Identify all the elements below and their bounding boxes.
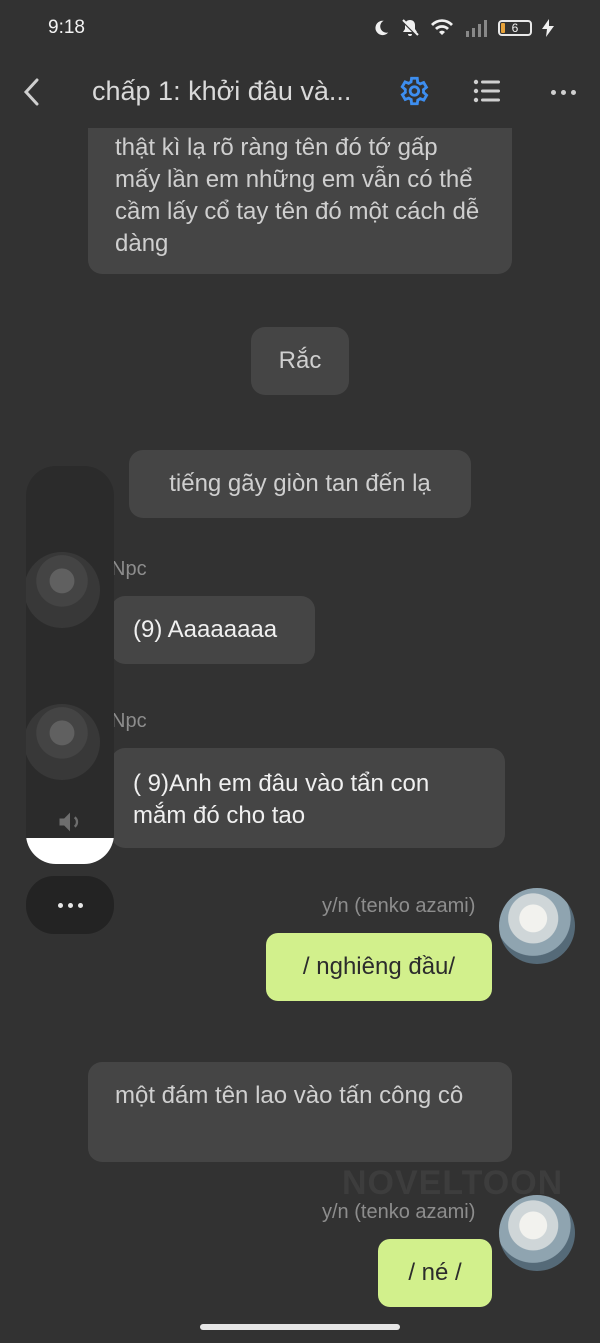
user-message: / né / — [378, 1239, 492, 1307]
narration-text: tiếng gãy giòn tan đến lạ — [169, 470, 431, 497]
bolt-icon — [542, 19, 554, 37]
bell-off-icon — [400, 18, 420, 38]
character-name: y/n (tenko azami) — [322, 1201, 476, 1223]
moon-icon — [375, 20, 389, 36]
character-name: Npc — [111, 558, 147, 580]
user-avatar[interactable] — [499, 888, 575, 964]
message-text: / né / — [408, 1259, 462, 1286]
audio-side-panel[interactable] — [26, 466, 114, 864]
top-bar-overlay: chấp 1: khởi đâu và... — [0, 56, 600, 128]
narration-block: Rắc — [251, 327, 349, 395]
clock: 9:18 — [48, 17, 85, 38]
narration-text: một đám tên lao vào tấn công cô — [115, 1082, 464, 1109]
status-bar: 9:18 6 — [0, 0, 600, 56]
narration-block: thật kì lạ rõ ràng tên đó tớ gấp mấy lần… — [88, 128, 512, 274]
settings-button-overlay[interactable] — [396, 74, 430, 108]
chapter-title-overlay: chấp 1: khởi đâu và... — [92, 76, 352, 106]
gear-icon — [400, 76, 429, 106]
more-horizontal-icon — [550, 89, 556, 95]
narration-text: thật kì lạ rõ ràng tên đó tớ gấp mấy lần… — [115, 134, 480, 257]
user-message: / nghiêng đầu/ — [266, 933, 492, 1001]
more-horizontal-icon — [57, 902, 63, 908]
status-icons: 6 — [372, 18, 554, 38]
message-text: ( 9)Anh em đâu vào tẩn con mắm đó cho ta… — [133, 770, 430, 829]
narration-block: tiếng gãy giòn tan đến lạ — [129, 450, 471, 518]
wifi-icon — [431, 19, 453, 35]
character-message: (9) Aaaaaaaa — [111, 596, 315, 664]
speaker-button[interactable] — [56, 808, 84, 836]
panel-bottom — [26, 838, 114, 864]
list-icon — [473, 79, 500, 103]
character-message: ( 9)Anh em đâu vào tẩn con mắm đó cho ta… — [111, 748, 505, 848]
character-name: Npc — [111, 710, 147, 732]
npc-avatar[interactable] — [26, 552, 100, 628]
npc-avatar[interactable] — [26, 704, 100, 780]
home-indicator[interactable] — [200, 1324, 400, 1330]
narration-block: một đám tên lao vào tấn công cô — [88, 1062, 512, 1162]
user-avatar[interactable] — [499, 1195, 575, 1271]
battery-indicator: 6 — [498, 20, 532, 36]
signal-icon — [466, 20, 487, 37]
back-button-overlay[interactable] — [16, 74, 46, 110]
side-more-button[interactable] — [26, 876, 114, 934]
more-options-button-overlay[interactable] — [546, 78, 580, 106]
chevron-left-icon — [23, 78, 39, 106]
character-name: y/n (tenko azami) — [322, 895, 476, 917]
speaker-icon — [59, 812, 79, 832]
message-text: (9) Aaaaaaaa — [133, 616, 278, 643]
chapter-list-button-overlay[interactable] — [472, 76, 502, 106]
narration-text: Rắc — [278, 347, 322, 374]
message-text: / nghiêng đầu/ — [302, 953, 456, 980]
